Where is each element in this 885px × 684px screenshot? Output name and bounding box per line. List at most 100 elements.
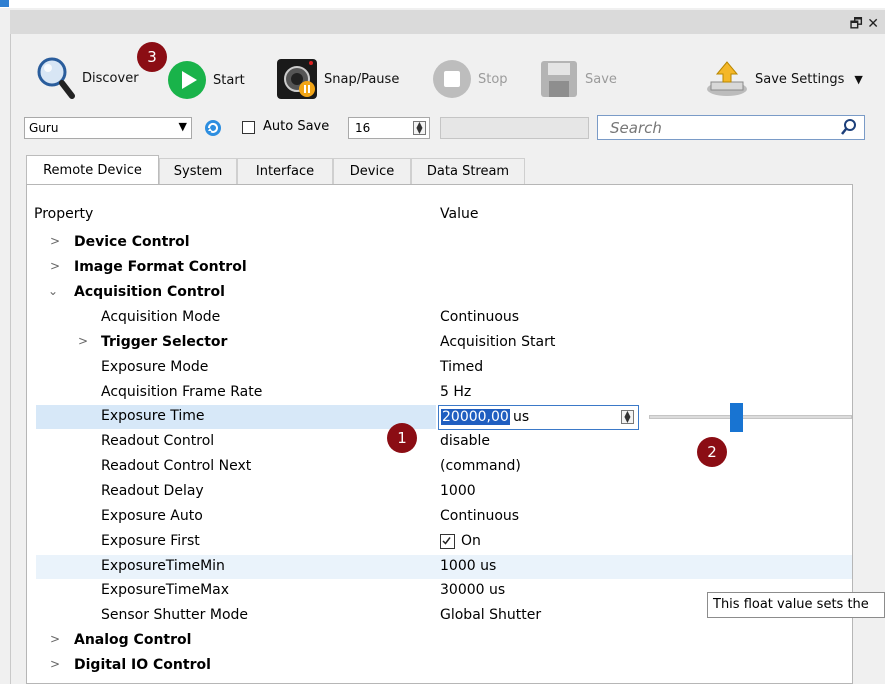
property-name: Readout Control Next xyxy=(101,458,252,474)
property-name: ExposureTimeMax xyxy=(101,582,230,598)
property-name: Acquisition Mode xyxy=(101,309,221,325)
checkbox-label: On xyxy=(461,533,481,549)
property-value: Continuous xyxy=(440,309,520,325)
device-combo[interactable]: Guru ▼ xyxy=(24,117,192,139)
status-field xyxy=(440,117,589,139)
stop-icon xyxy=(433,60,471,98)
grid-row-trigger-selector[interactable]: > Trigger Selector Acquisition Start xyxy=(36,331,852,355)
property-name: Digital IO Control xyxy=(74,657,211,673)
device-combo-value: Guru xyxy=(29,121,59,135)
property-value: Acquisition Start xyxy=(440,334,556,350)
play-icon xyxy=(168,61,206,99)
floppy-icon xyxy=(541,61,577,97)
tab-label: Remote Device xyxy=(43,163,142,178)
start-button[interactable]: Start xyxy=(167,60,245,100)
grid-row-image-format-control[interactable]: > Image Format Control xyxy=(36,256,852,280)
column-header-value[interactable]: Value xyxy=(440,206,478,222)
grid-row[interactable]: Readout Control disable xyxy=(36,430,852,454)
grid-row[interactable]: Readout Delay 1000 xyxy=(36,480,852,504)
chevron-right-icon: > xyxy=(50,234,61,248)
grid-row-analog-control[interactable]: > Analog Control xyxy=(36,629,852,653)
grid-row-digital-io-control[interactable]: > Digital IO Control xyxy=(36,654,852,678)
property-name: Exposure Time xyxy=(101,408,205,424)
chevron-down-icon: ▼ xyxy=(178,120,187,133)
checkmark-icon[interactable] xyxy=(440,533,455,549)
auto-save-checkbox[interactable] xyxy=(242,121,255,134)
property-name: Device Control xyxy=(74,234,190,250)
exposure-slider-track[interactable] xyxy=(649,415,852,419)
count-value: 16 xyxy=(355,121,371,135)
chevron-right-icon: > xyxy=(50,632,61,646)
property-name: Exposure Mode xyxy=(101,359,209,375)
tab-label: Device xyxy=(349,164,395,179)
spinner-arrows-icon[interactable]: ▲ ▼ xyxy=(621,410,634,424)
refresh-button[interactable] xyxy=(204,119,222,141)
chevron-right-icon: > xyxy=(50,657,61,671)
refresh-icon xyxy=(205,120,221,136)
stop-label: Stop xyxy=(478,71,508,87)
grid-row-exposure-first[interactable]: Exposure First On xyxy=(36,530,852,554)
callout-badge-3: 3 xyxy=(137,42,167,72)
property-name: Exposure Auto xyxy=(101,508,203,524)
property-value: 30000 us xyxy=(440,582,506,598)
window-titlebar xyxy=(0,0,885,8)
property-value: Continuous xyxy=(440,508,520,524)
exposure-time-editor[interactable]: 20000,00 us ▲ ▼ xyxy=(438,405,639,430)
callout-badge-1: 1 xyxy=(387,423,417,453)
property-value: 1000 us xyxy=(440,558,497,574)
dropdown-arrow-icon: ▼ xyxy=(854,72,863,86)
save-settings-label: Save Settings xyxy=(755,71,845,87)
property-name: Readout Delay xyxy=(101,483,204,499)
tab-system[interactable]: System xyxy=(159,158,237,184)
editor-unit: us xyxy=(513,409,530,425)
settings-upload-icon xyxy=(707,61,747,96)
grid-row-exposure-time[interactable]: Exposure Time xyxy=(36,405,436,429)
start-label: Start xyxy=(213,72,245,88)
snap-pause-button[interactable]: Snap/Pause xyxy=(276,58,399,100)
property-name: Trigger Selector xyxy=(101,334,228,350)
tab-label: System xyxy=(173,164,223,179)
grid-row-acquisition-control[interactable]: ⌄ Acquisition Control xyxy=(36,281,852,305)
property-value: 5 Hz xyxy=(440,384,472,400)
grid-row[interactable]: Acquisition Mode Continuous xyxy=(36,306,852,330)
discover-button[interactable]: Discover xyxy=(36,56,139,100)
chevron-right-icon: > xyxy=(50,259,61,273)
property-value: Timed xyxy=(440,359,484,375)
property-name: Image Format Control xyxy=(74,259,247,275)
magnifier-icon xyxy=(37,57,75,99)
camera-pause-icon xyxy=(277,59,317,99)
property-value: (command) xyxy=(440,458,521,474)
grid-row[interactable]: Acquisition Frame Rate 5 Hz xyxy=(36,381,852,405)
property-value: Global Shutter xyxy=(440,607,542,623)
property-name: Sensor Shutter Mode xyxy=(101,607,249,623)
property-value-checkbox[interactable]: On xyxy=(440,533,481,549)
property-name: Exposure First xyxy=(101,533,200,549)
grid-row[interactable]: Readout Control Next (command) xyxy=(36,455,852,479)
search-input[interactable]: Search xyxy=(597,115,865,140)
grid-row[interactable]: Exposure Auto Continuous xyxy=(36,505,852,529)
property-name: Acquisition Control xyxy=(74,284,225,300)
grid-row-exposure-time-min[interactable]: ExposureTimeMin 1000 us xyxy=(36,555,852,579)
spinner-arrows-icon[interactable]: ▲ ▼ xyxy=(413,121,426,135)
save-button[interactable]: Save xyxy=(539,59,617,99)
discover-label: Discover xyxy=(82,70,139,86)
count-spinner[interactable]: 16 ▲ ▼ xyxy=(348,117,430,139)
tab-data-stream[interactable]: Data Stream xyxy=(411,158,525,184)
exposure-slider-thumb[interactable] xyxy=(730,403,743,432)
grid-row[interactable]: Exposure Mode Timed xyxy=(36,356,852,380)
chevron-down-icon: ⌄ xyxy=(48,284,59,298)
grid-row-device-control[interactable]: > Device Control xyxy=(36,231,852,255)
tab-interface[interactable]: Interface xyxy=(237,158,333,184)
property-name: Analog Control xyxy=(74,632,192,648)
tab-remote-device[interactable]: Remote Device xyxy=(26,155,159,185)
save-settings-button[interactable]: Save Settings ▼ xyxy=(705,60,863,98)
property-value: 1000 xyxy=(440,483,476,499)
property-name: Readout Control xyxy=(101,433,215,449)
column-header-property[interactable]: Property xyxy=(34,206,93,222)
tab-label: Interface xyxy=(255,164,315,179)
search-icon[interactable] xyxy=(840,118,858,136)
tab-device[interactable]: Device xyxy=(333,158,411,184)
editor-selected-text: 20000,00 xyxy=(441,409,510,425)
stop-button[interactable]: Stop xyxy=(432,59,508,99)
dock-bar: 🗗 ✕ xyxy=(10,10,885,35)
